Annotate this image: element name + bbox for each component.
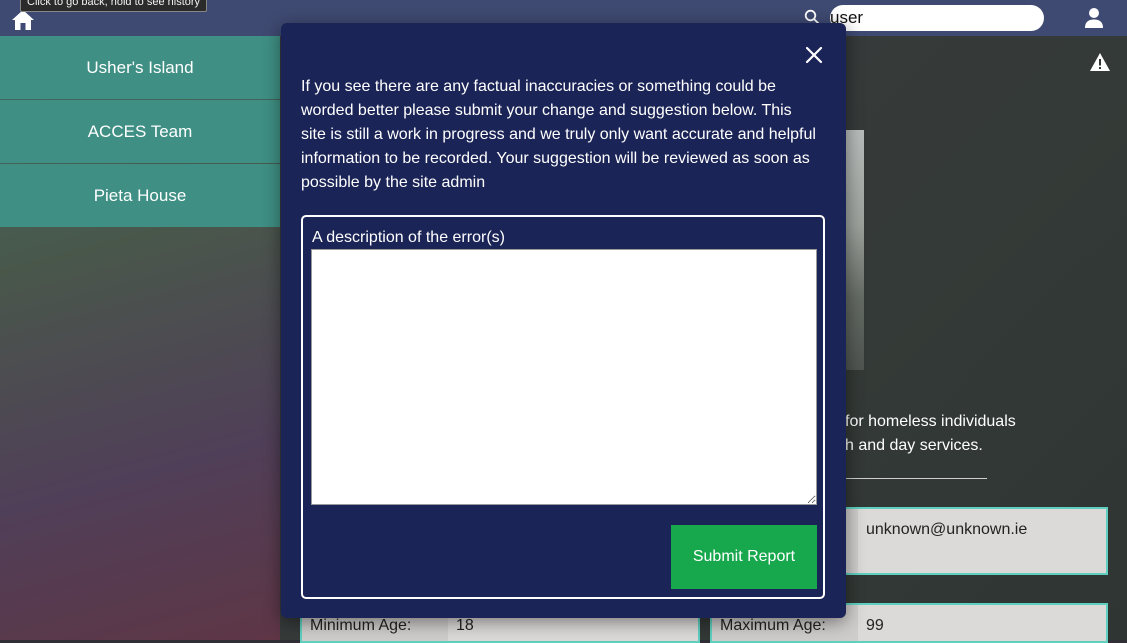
sidebar-item-pieta-house[interactable]: Pieta House bbox=[0, 164, 280, 227]
description-label: A description of the error(s) bbox=[312, 229, 505, 246]
home-tooltip: Click to go back, hold to see history bbox=[20, 0, 208, 12]
service-photo bbox=[846, 130, 864, 370]
home-icon[interactable] bbox=[11, 9, 35, 31]
divider bbox=[846, 478, 987, 479]
search-input[interactable] bbox=[830, 5, 1044, 31]
maximum-age-value: 99 bbox=[866, 617, 884, 634]
warning-icon[interactable] bbox=[1089, 52, 1111, 72]
service-description-line: h and day services. bbox=[845, 437, 983, 454]
modal-intro-text: If you see there are any factual inaccur… bbox=[301, 78, 816, 191]
close-icon[interactable] bbox=[805, 46, 823, 64]
service-description: for homeless individuals h and day servi… bbox=[845, 410, 1095, 458]
email-value: unknown@unknown.ie bbox=[866, 521, 1028, 538]
sidebar: Usher's Island ACCES Team Pieta House bbox=[0, 36, 280, 640]
report-form: A description of the error(s) Submit Rep… bbox=[301, 215, 825, 599]
user-icon[interactable] bbox=[1083, 7, 1105, 29]
report-error-modal: If you see there are any factual inaccur… bbox=[281, 23, 846, 618]
sidebar-item-ushers-island[interactable]: Usher's Island bbox=[0, 36, 280, 99]
service-description-line: for homeless individuals bbox=[845, 413, 1016, 430]
submit-report-button[interactable]: Submit Report bbox=[671, 525, 817, 589]
sidebar-item-acces-team[interactable]: ACCES Team bbox=[0, 100, 280, 163]
error-description-input[interactable] bbox=[311, 249, 817, 505]
